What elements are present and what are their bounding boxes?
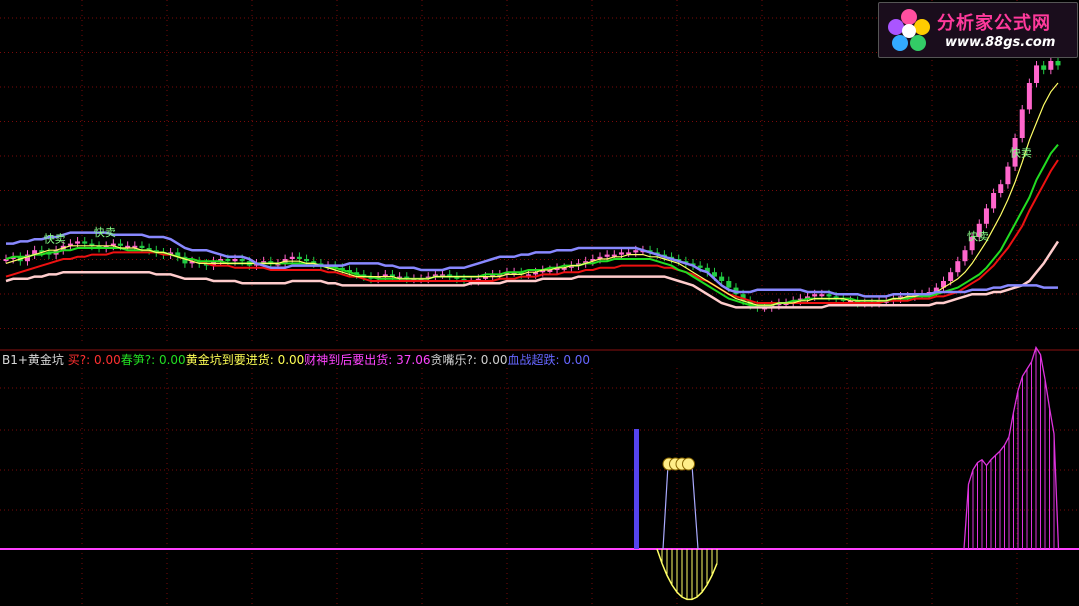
annotation-label: 快卖	[94, 226, 116, 239]
indicator-item-1: 春笋?: 0.00	[121, 353, 186, 367]
indicator-label: 买?:	[67, 353, 91, 367]
candle-body	[1005, 166, 1011, 185]
indicator-value: 0.00	[90, 353, 121, 367]
candle-body	[118, 243, 124, 246]
candle-body	[239, 259, 245, 262]
candle-body	[296, 256, 302, 259]
logo-url: www.88gs.com	[945, 35, 1056, 50]
candle-body	[726, 281, 732, 288]
indicator-label: 财神到后要出货:	[304, 353, 393, 367]
candle-body	[75, 241, 81, 244]
candle-body	[1034, 65, 1040, 83]
candle-body	[604, 254, 610, 257]
indicator-value: 0.00	[476, 353, 508, 367]
blue-bar	[634, 429, 639, 549]
smiley-marker	[682, 457, 695, 471]
magenta-curve	[963, 345, 1060, 550]
candle-body	[962, 250, 968, 262]
candle-body	[826, 294, 832, 297]
candle-body	[139, 245, 145, 248]
indicator-value: 37.06	[392, 353, 431, 367]
candle-body	[633, 250, 639, 253]
candle-body	[1048, 61, 1054, 70]
candle-body	[289, 256, 295, 259]
candle-body	[998, 184, 1004, 193]
indicator-value: 0.00	[273, 353, 305, 367]
candle-body	[618, 252, 624, 255]
indicator-label: 贪嘴乐?:	[430, 353, 477, 367]
indicator-label: 春笋?:	[120, 353, 156, 367]
candle-body	[948, 272, 954, 281]
annotation-label: 快卖	[1010, 147, 1032, 160]
candle-body	[991, 193, 997, 209]
indicator-label: 血战超跌:	[507, 353, 560, 367]
triangle-line	[662, 464, 699, 550]
site-logo[interactable]: 分析家公式网 www.88gs.com	[878, 2, 1078, 58]
logo-text: 分析家公式网	[937, 13, 1051, 34]
candle-body	[1041, 65, 1047, 70]
candle-body	[82, 241, 88, 244]
upper-band-line	[6, 231, 1058, 298]
indicator-header: B1+黄金坑 买?: 0.00春笋?: 0.00黄金坑到要进货: 0.00财神到…	[2, 352, 590, 368]
candle-body	[1019, 109, 1025, 138]
candle-body	[1026, 83, 1032, 110]
indicator-item-4: 贪嘴乐?: 0.00	[431, 353, 508, 367]
candle-body	[983, 208, 989, 224]
ma-yellow-line	[5, 82, 1059, 306]
indicator-value: 0.00	[155, 353, 186, 367]
indicator-item-2: 黄金坑到要进货: 0.00	[186, 353, 305, 367]
stock-chart: 快卖快卖 快卖快卖	[0, 0, 1079, 606]
flower-icon	[888, 9, 930, 51]
candle-body	[812, 294, 818, 297]
indicator-item-5: 血战超跌: 0.00	[507, 353, 590, 367]
candle-body	[232, 259, 238, 262]
indicator-label: 黄金坑到要进货:	[185, 353, 274, 367]
indicator-item-3: 财神到后要出货: 37.06	[304, 353, 430, 367]
candle-body	[225, 259, 231, 262]
indicator-value: 0.00	[559, 353, 591, 367]
annotation-label: 快卖	[967, 230, 989, 243]
candle-body	[1055, 61, 1061, 66]
indicator-item-0: 买?: 0.00	[68, 353, 121, 367]
candle-body	[819, 294, 825, 297]
indicator-name: B1+黄金坑	[2, 353, 64, 367]
candle-body	[955, 261, 961, 273]
annotation-label: 快卖	[44, 232, 66, 245]
candle-body	[719, 276, 725, 281]
candle-body	[304, 259, 310, 262]
